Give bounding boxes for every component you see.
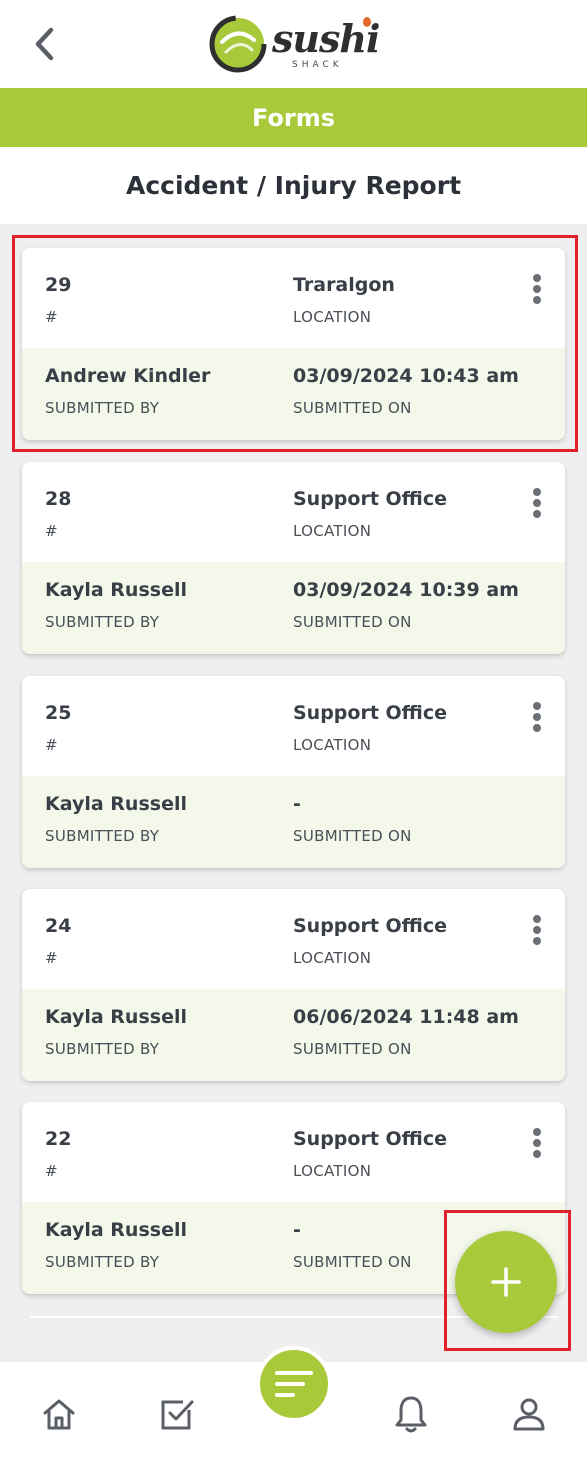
submitted-on-label: SUBMITTED ON bbox=[293, 1253, 412, 1271]
submitted-on: 03/09/2024 10:39 am bbox=[293, 579, 519, 601]
submitted-on: - bbox=[293, 793, 301, 815]
top-bar: sushi SHACK bbox=[0, 0, 587, 88]
nav-notifications-button[interactable] bbox=[387, 1390, 435, 1438]
card-footer: Kayla Russell SUBMITTED BY 06/06/2024 11… bbox=[22, 989, 565, 1081]
report-id-label: # bbox=[45, 522, 58, 540]
logo-swirl-icon bbox=[209, 15, 267, 73]
location-label: LOCATION bbox=[293, 1162, 372, 1180]
bell-icon bbox=[395, 1396, 427, 1433]
submitted-on-label: SUBMITTED ON bbox=[293, 399, 412, 417]
user-icon bbox=[513, 1398, 545, 1431]
submitted-by: Kayla Russell bbox=[45, 793, 187, 815]
report-id: 22 bbox=[45, 1128, 72, 1150]
nav-profile-button[interactable] bbox=[505, 1390, 553, 1438]
brand-logo: sushi SHACK bbox=[208, 10, 380, 76]
submitted-by-label: SUBMITTED BY bbox=[45, 613, 160, 631]
more-vertical-icon[interactable] bbox=[525, 700, 549, 734]
report-location: Support Office bbox=[293, 488, 448, 510]
nav-forms-button[interactable] bbox=[256, 1346, 332, 1422]
report-location: Support Office bbox=[293, 1128, 448, 1150]
home-icon bbox=[43, 1399, 75, 1430]
page-title: Accident / Injury Report bbox=[125, 171, 462, 200]
submitted-on-label: SUBMITTED ON bbox=[293, 827, 412, 845]
section-bar: Forms bbox=[0, 88, 587, 147]
section-title: Forms bbox=[251, 103, 336, 132]
nav-home-button[interactable] bbox=[35, 1390, 83, 1438]
report-id-label: # bbox=[45, 1162, 58, 1180]
submitted-on: - bbox=[293, 1219, 301, 1241]
location-label: LOCATION bbox=[293, 736, 372, 754]
location-label: LOCATION bbox=[293, 522, 372, 540]
forms-icon bbox=[275, 1371, 313, 1397]
location-label: LOCATION bbox=[293, 308, 372, 326]
report-id: 25 bbox=[45, 702, 72, 724]
report-card[interactable]: 28 # Support Office LOCATION Kayla Russe… bbox=[22, 462, 565, 654]
report-location: Traralgon bbox=[293, 274, 395, 296]
brand-subtitle: SHACK bbox=[292, 60, 343, 70]
report-location: Support Office bbox=[293, 915, 448, 937]
report-id: 29 bbox=[45, 274, 72, 296]
logo-accent-icon bbox=[363, 17, 371, 27]
card-footer: Kayla Russell SUBMITTED BY 03/09/2024 10… bbox=[22, 562, 565, 654]
nav-tasks-button[interactable] bbox=[153, 1390, 201, 1438]
card-header: 24 # Support Office LOCATION bbox=[22, 889, 565, 989]
report-location: Support Office bbox=[293, 702, 448, 724]
submitted-by: Kayla Russell bbox=[45, 1006, 187, 1028]
submitted-by-label: SUBMITTED BY bbox=[45, 1253, 160, 1271]
more-vertical-icon[interactable] bbox=[525, 913, 549, 947]
submitted-on: 06/06/2024 11:48 am bbox=[293, 1006, 519, 1028]
more-vertical-icon[interactable] bbox=[525, 1126, 549, 1160]
back-button[interactable] bbox=[24, 22, 64, 66]
card-footer: Andrew Kindler SUBMITTED BY 03/09/2024 1… bbox=[22, 348, 565, 440]
card-footer: Kayla Russell SUBMITTED BY - SUBMITTED O… bbox=[22, 776, 565, 868]
report-id-label: # bbox=[45, 736, 58, 754]
submitted-by-label: SUBMITTED BY bbox=[45, 827, 160, 845]
card-header: 22 # Support Office LOCATION bbox=[22, 1102, 565, 1202]
report-card[interactable]: 25 # Support Office LOCATION Kayla Russe… bbox=[22, 676, 565, 868]
more-vertical-icon[interactable] bbox=[525, 486, 549, 520]
submitted-on-label: SUBMITTED ON bbox=[293, 613, 412, 631]
page-header: Accident / Injury Report bbox=[0, 147, 587, 224]
more-vertical-icon[interactable] bbox=[525, 272, 549, 306]
submitted-by-label: SUBMITTED BY bbox=[45, 1040, 160, 1058]
report-id: 28 bbox=[45, 488, 72, 510]
card-header: 29 # Traralgon LOCATION bbox=[22, 248, 565, 348]
report-id-label: # bbox=[45, 308, 58, 326]
report-card[interactable]: 29 # Traralgon LOCATION Andrew Kindler S… bbox=[22, 248, 565, 440]
submitted-by: Kayla Russell bbox=[45, 1219, 187, 1241]
submitted-by: Andrew Kindler bbox=[45, 365, 211, 387]
card-header: 25 # Support Office LOCATION bbox=[22, 676, 565, 776]
location-label: LOCATION bbox=[293, 949, 372, 967]
submitted-by-label: SUBMITTED BY bbox=[45, 399, 160, 417]
submitted-by: Kayla Russell bbox=[45, 579, 187, 601]
report-card[interactable]: 24 # Support Office LOCATION Kayla Russe… bbox=[22, 889, 565, 1081]
chevron-left-icon bbox=[35, 27, 54, 61]
card-header: 28 # Support Office LOCATION bbox=[22, 462, 565, 562]
report-id-label: # bbox=[45, 949, 58, 967]
submitted-on-label: SUBMITTED ON bbox=[293, 1040, 412, 1058]
plus-icon bbox=[491, 1267, 521, 1297]
add-report-button[interactable] bbox=[455, 1231, 557, 1333]
checklist-icon bbox=[161, 1400, 194, 1430]
report-id: 24 bbox=[45, 915, 72, 937]
submitted-on: 03/09/2024 10:43 am bbox=[293, 365, 519, 387]
